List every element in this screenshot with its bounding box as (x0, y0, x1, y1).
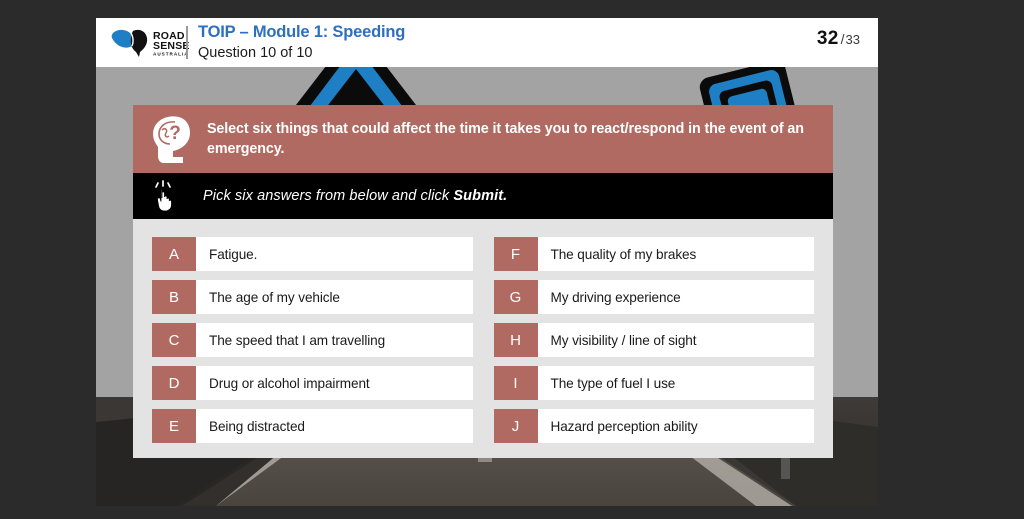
answer-option-j[interactable]: J Hazard perception ability (493, 409, 814, 443)
answers-panel: A Fatigue. B The age of my vehicle C The… (133, 219, 833, 458)
instruction-text-plain: Pick six answers from below and click (203, 188, 454, 204)
answer-option-d[interactable]: D Drug or alcohol impairment (152, 366, 473, 400)
question-counter: Question 10 of 10 (198, 45, 313, 61)
slide-header: ROAD SENSE AUSTRALIA TOIP – Module 1: Sp… (96, 18, 878, 67)
answer-option-i[interactable]: I The type of fuel I use (493, 366, 814, 400)
answer-label: My driving experience (550, 289, 681, 305)
answer-label: Drug or alcohol impairment (209, 375, 370, 391)
page-current-number: 32 (816, 28, 839, 49)
answer-label: The age of my vehicle (209, 289, 340, 305)
answer-letter: G (493, 280, 538, 314)
answer-option-e[interactable]: E Being distracted (152, 409, 473, 443)
answer-letter: E (152, 409, 196, 443)
question-card: ? Select six things that could affect th… (133, 105, 833, 490)
answer-option-g[interactable]: G My driving experience (493, 280, 814, 314)
answer-option-b[interactable]: B The age of my vehicle (152, 280, 473, 314)
page-separator: / (840, 31, 845, 47)
answer-label: The type of fuel I use (550, 375, 676, 391)
answer-label: Being distracted (209, 418, 305, 434)
answer-letter: B (152, 280, 196, 314)
presentation-slide: ? ROAD SENSE AUSTRALIA (96, 18, 878, 506)
svg-text:?: ? (169, 123, 181, 144)
answer-letter: A (152, 237, 196, 271)
answer-label: My visibility / line of sight (550, 332, 697, 348)
answer-option-c[interactable]: C The speed that I am travelling (152, 323, 473, 357)
answer-letter: J (493, 409, 538, 443)
answer-letter: H (493, 323, 538, 357)
svg-text:SENSE: SENSE (153, 40, 190, 52)
answer-letter: C (152, 323, 196, 357)
answer-label: The speed that I am travelling (209, 332, 386, 348)
click-hand-icon (151, 180, 181, 212)
answer-label: The quality of my brakes (550, 246, 697, 262)
answer-option-a[interactable]: A Fatigue. (152, 237, 473, 271)
instruction-text: Pick six answers from below and click Su… (203, 188, 507, 204)
answer-letter: I (493, 366, 538, 400)
answer-option-f[interactable]: F The quality of my brakes (493, 237, 814, 271)
question-banner: ? Select six things that could affect th… (133, 105, 833, 173)
question-text: Select six things that could affect the … (207, 121, 804, 157)
answer-label: Fatigue. (209, 246, 258, 262)
header-divider (186, 26, 188, 59)
module-title: TOIP – Module 1: Speeding (198, 23, 406, 41)
answers-left-column: A Fatigue. B The age of my vehicle C The… (152, 237, 473, 458)
answer-option-h[interactable]: H My visibility / line of sight (493, 323, 814, 357)
title-block: TOIP – Module 1: Speeding Question 10 of… (198, 22, 405, 63)
page-total-number: 33 (845, 32, 860, 47)
screen-background: ? ROAD SENSE AUSTRALIA (0, 0, 1024, 519)
answer-label: Hazard perception ability (550, 418, 698, 434)
road-sense-australia-logo: ROAD SENSE AUSTRALIA (108, 26, 192, 60)
page-indicator: 32/33 (817, 28, 860, 50)
instruction-bar: Pick six answers from below and click Su… (133, 173, 833, 219)
answers-right-column: F The quality of my brakes G My driving … (493, 237, 814, 458)
answer-letter: D (152, 366, 196, 400)
answer-letter: F (493, 237, 538, 271)
instruction-submit-word: Submit. (453, 188, 508, 204)
svg-text:AUSTRALIA: AUSTRALIA (153, 52, 189, 57)
head-question-icon: ? (149, 113, 193, 165)
